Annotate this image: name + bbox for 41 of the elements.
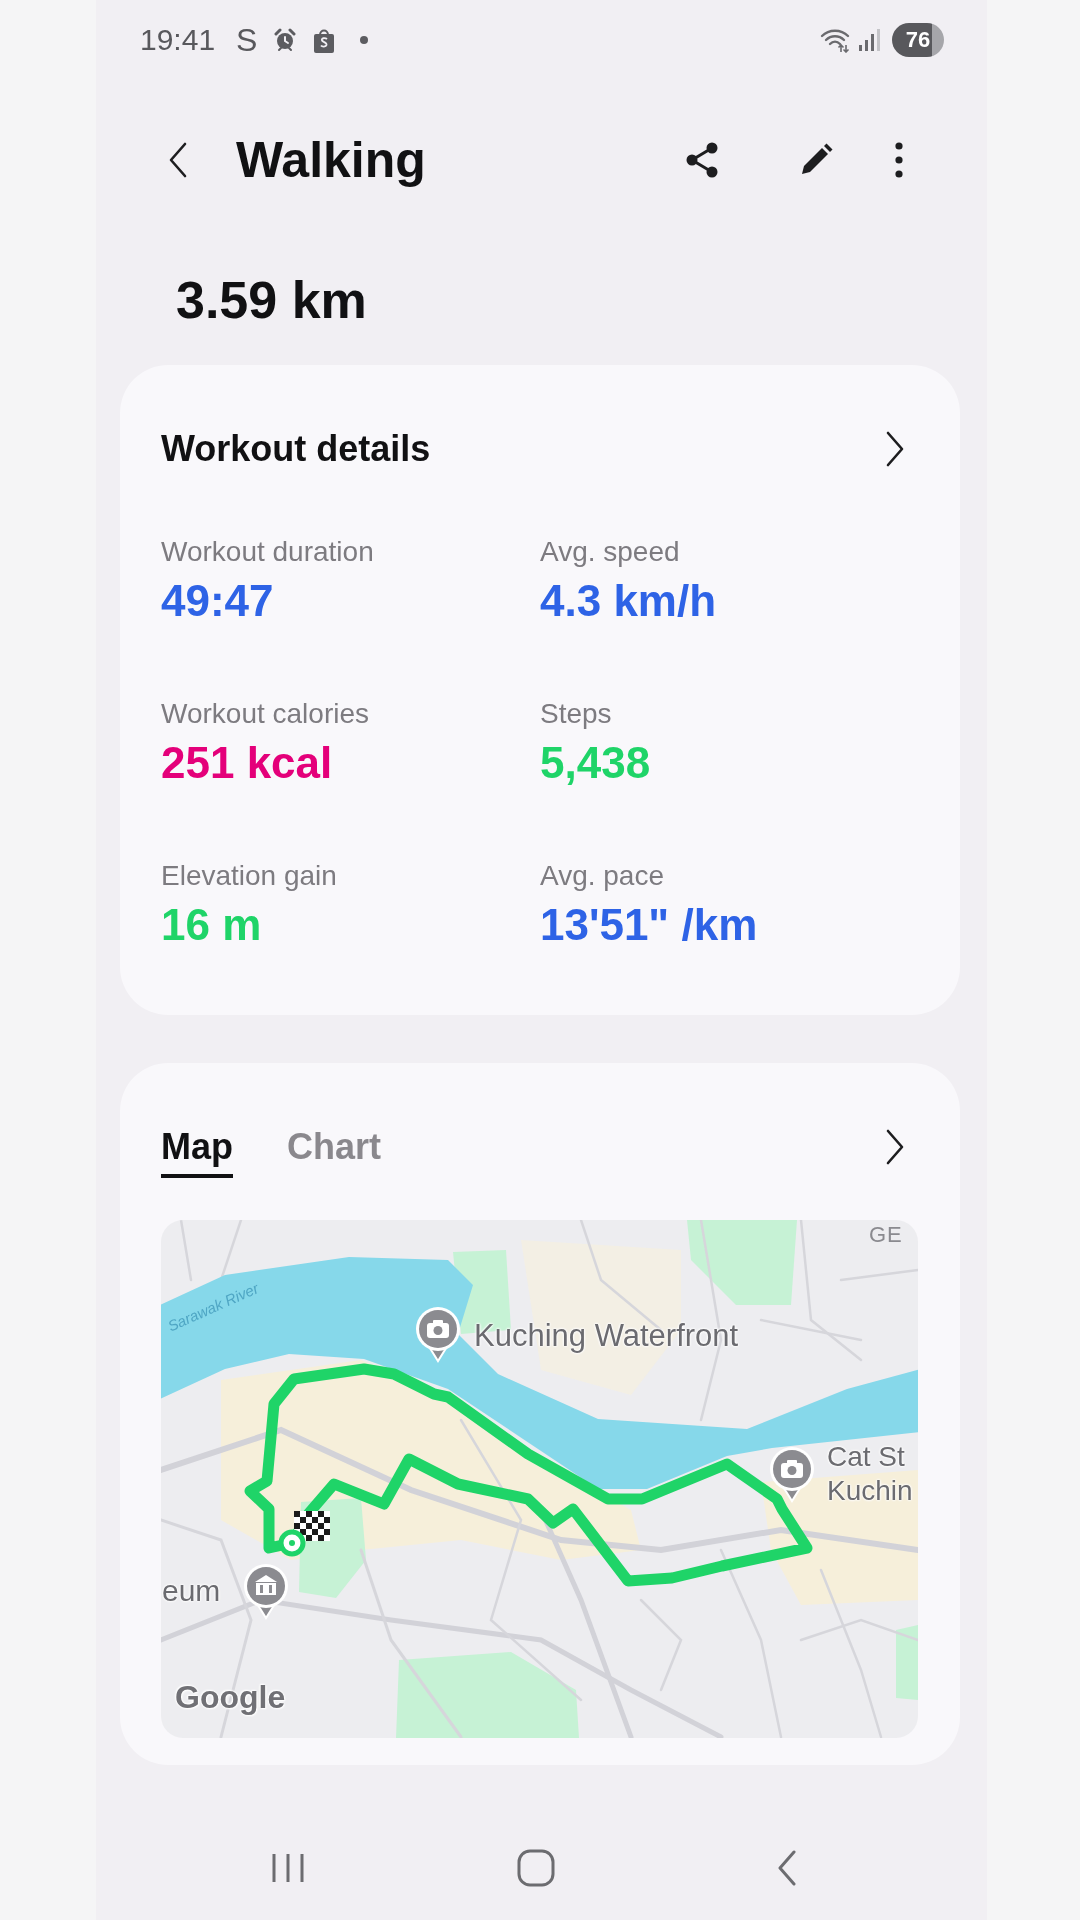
status-time: 19:41 bbox=[140, 22, 216, 58]
chevron-right-icon[interactable] bbox=[885, 1129, 905, 1165]
metric-label: Elevation gain bbox=[161, 859, 337, 893]
chevron-right-icon[interactable] bbox=[885, 431, 905, 467]
metric-label: Workout duration bbox=[161, 535, 374, 569]
place-label: Kuching Waterfront bbox=[474, 1317, 739, 1355]
area-label: GE bbox=[869, 1222, 903, 1249]
metric-value: 16 m bbox=[161, 899, 262, 951]
map-attribution-logo: Google bbox=[175, 1678, 286, 1716]
camera-pin-icon bbox=[416, 1307, 460, 1363]
home-icon[interactable] bbox=[517, 1849, 555, 1887]
place-label: eum bbox=[162, 1573, 221, 1609]
tab[interactable]: Map bbox=[161, 1125, 233, 1178]
metric-value: 4.3 km/h bbox=[540, 575, 717, 627]
battery-indicator: 76 bbox=[892, 23, 944, 57]
signal-bars-icon bbox=[858, 28, 880, 52]
notification-dot-icon bbox=[360, 36, 369, 44]
metric-label: Avg. speed bbox=[540, 535, 680, 569]
start-marker-icon bbox=[278, 1529, 306, 1557]
metric-value: 13'51" /km bbox=[540, 899, 758, 951]
total-distance: 3.59 km bbox=[176, 272, 367, 328]
museum-pin-icon bbox=[244, 1564, 288, 1620]
metric-value: 5,438 bbox=[540, 737, 651, 789]
checkered-flag-icon bbox=[294, 1511, 330, 1541]
shopping-bag-icon bbox=[312, 27, 337, 53]
camera-pin-icon bbox=[770, 1447, 814, 1503]
back-icon[interactable] bbox=[168, 142, 188, 178]
metric-label: Avg. pace bbox=[540, 859, 665, 893]
recent-apps-icon[interactable] bbox=[271, 1851, 305, 1885]
wifi-icon bbox=[820, 27, 850, 53]
metric-label: Steps bbox=[540, 697, 612, 731]
metric-value: 251 kcal bbox=[161, 737, 333, 789]
road-line bbox=[179, 1220, 193, 1282]
notification-letter: S bbox=[236, 22, 258, 58]
card-title: Workout details bbox=[161, 427, 431, 471]
place-label: Cat St Kuchin bbox=[827, 1440, 913, 1509]
page-title: Walking bbox=[236, 131, 426, 190]
more-options-icon[interactable] bbox=[895, 142, 903, 178]
metric-value: 49:47 bbox=[161, 575, 274, 627]
alarm-clock-icon bbox=[273, 28, 298, 52]
metric-label: Workout calories bbox=[161, 697, 369, 731]
